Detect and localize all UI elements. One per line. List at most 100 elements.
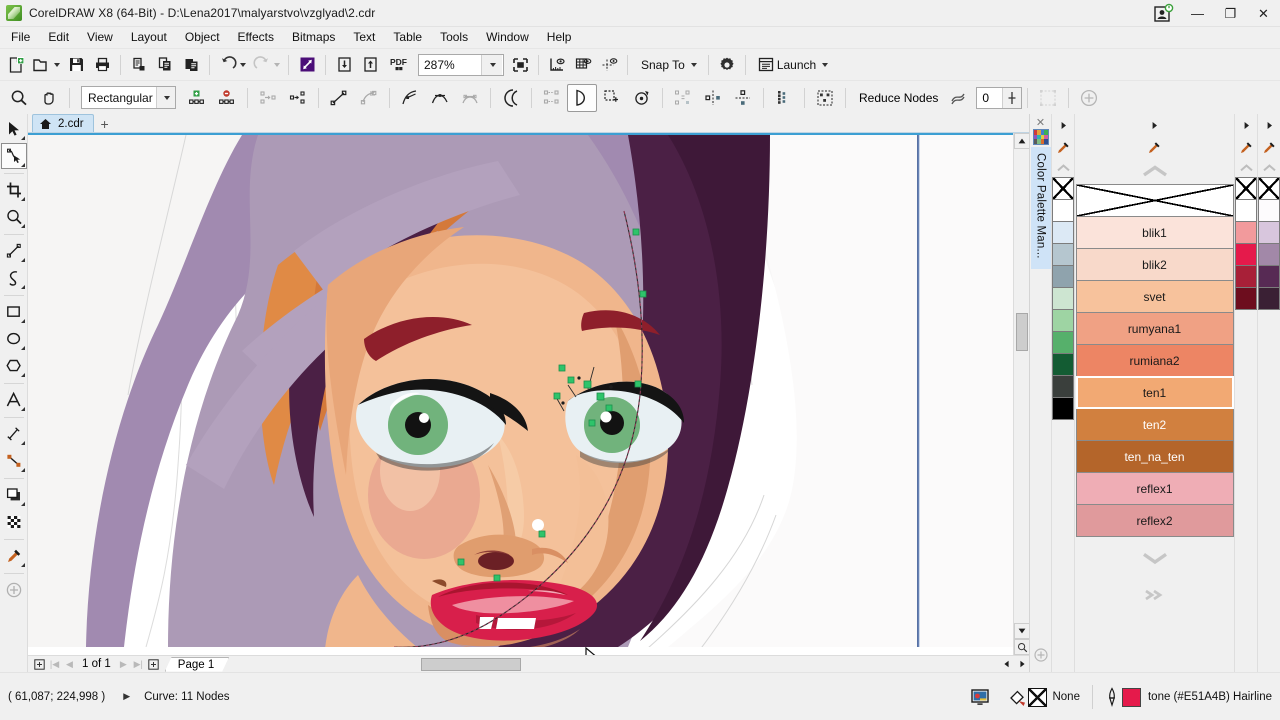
fill-status-group[interactable]: None [1008,688,1080,707]
reds-swatch-none[interactable] [1235,177,1257,200]
purples-swatch-mauve[interactable] [1258,243,1280,266]
palette-scroll-up-icon[interactable] [1052,159,1074,177]
add-page-after-icon[interactable] [146,657,161,672]
canvas-zoom-corner[interactable] [1014,639,1030,655]
artistic-media-tool-flyout-icon[interactable] [21,285,25,289]
zoom-tool-icon[interactable] [4,84,34,112]
align-nodes-icon[interactable] [668,84,698,112]
swatch-green[interactable] [1052,331,1074,354]
scroll-down-icon[interactable] [1014,623,1030,639]
swatch-light-blue-grey[interactable] [1052,243,1074,266]
select-all-nodes-icon[interactable] [810,84,840,112]
named-swatch-rumiana2[interactable]: rumiana2 [1076,344,1234,377]
new-tab-button[interactable]: + [96,115,114,132]
close-button[interactable]: ✕ [1247,1,1280,27]
convert-curve-to-line-icon[interactable] [354,84,384,112]
menu-object[interactable]: Object [176,28,229,48]
last-page-icon[interactable]: ▶| [131,657,146,672]
cut-icon[interactable] [126,52,152,78]
selection-mode-combo[interactable]: Rectangular [81,86,176,109]
zoom-level-dropdown-icon[interactable] [481,55,502,75]
reverse-direction-icon[interactable] [496,84,526,112]
menu-bitmaps[interactable]: Bitmaps [283,28,344,48]
page-tab[interactable]: Page 1 [165,657,229,672]
rotate-and-skew-nodes-icon[interactable] [627,84,657,112]
show-guidelines-icon[interactable] [596,52,622,78]
reds-palette-eyedropper-icon[interactable] [1235,136,1257,159]
horizontal-scroll-thumb[interactable] [421,658,521,671]
named-swatch-none[interactable] [1076,184,1234,217]
straight-line-connector-tool[interactable] [1,448,27,474]
named-palette-scroll-down-icon[interactable] [1075,536,1234,580]
swatch-charcoal[interactable] [1052,375,1074,398]
palette-eyedropper-icon[interactable] [1052,136,1074,159]
reduce-nodes-label[interactable]: Reduce Nodes [851,91,946,105]
pick-tool-flyout-icon[interactable] [21,136,25,140]
polygon-tool-flyout-icon[interactable] [21,373,25,377]
outline-color-swatch[interactable] [1122,688,1141,707]
make-node-cusp-icon[interactable] [395,84,425,112]
publish-to-web-icon[interactable] [294,52,320,78]
reds-palette-scroll-left-icon[interactable] [1235,114,1257,136]
purples-swatch-none[interactable] [1258,177,1280,200]
status-expand-icon[interactable]: ▶ [105,691,144,702]
maximize-button[interactable]: ❐ [1214,1,1247,27]
menu-edit[interactable]: Edit [39,28,78,48]
vertical-scroll-thumb[interactable] [1016,313,1028,351]
polygon-tool[interactable] [1,353,27,379]
new-document-icon[interactable] [3,52,29,78]
named-palette-scroll-up-icon[interactable] [1075,158,1234,184]
purples-swatch-dark-plum[interactable] [1258,287,1280,310]
drawing-canvas[interactable] [28,133,1013,655]
bounding-box-icon[interactable] [1033,84,1063,112]
add-page-before-icon[interactable] [32,657,47,672]
freehand-tool[interactable] [1,238,27,264]
join-two-nodes-icon[interactable] [253,84,283,112]
add-tool-button[interactable] [1,577,27,603]
swatch-dark-green[interactable] [1052,353,1074,376]
home-icon[interactable] [39,118,52,130]
export-icon[interactable] [357,52,383,78]
swatch-none[interactable] [1052,177,1074,200]
docker-add-icon[interactable] [1033,647,1049,672]
purples-swatch-plum[interactable] [1258,265,1280,288]
menu-text[interactable]: Text [344,28,384,48]
zoom-level-input[interactable] [419,55,481,75]
reds-swatch-salmon[interactable] [1235,221,1257,244]
purples-palette-scroll-left-icon[interactable] [1258,114,1280,136]
named-swatch-rumyana1[interactable]: rumyana1 [1076,312,1234,345]
break-curve-icon[interactable] [283,84,313,112]
show-rulers-icon[interactable] [544,52,570,78]
crop-tool-flyout-icon[interactable] [21,197,25,201]
canvas-vertical-scrollbar[interactable] [1013,133,1029,655]
horizontal-scroll-track[interactable] [231,657,997,672]
shape-tool-flyout-icon[interactable] [21,163,25,167]
menu-table[interactable]: Table [384,28,431,48]
extend-curve-to-close-icon[interactable] [537,84,567,112]
drop-shadow-tool-flyout-icon[interactable] [21,502,25,506]
scroll-up-icon[interactable] [1014,133,1030,149]
reds-palette-scroll-up-icon[interactable] [1235,159,1257,177]
rectangle-tool-flyout-icon[interactable] [21,319,25,323]
reds-swatch-maroon[interactable] [1235,287,1257,310]
named-swatch-ten-na-ten[interactable]: ten_na_ten [1076,440,1234,473]
named-palette-expand-icon[interactable] [1075,580,1234,610]
delete-nodes-icon[interactable] [212,84,242,112]
elastic-mode-icon[interactable] [769,84,799,112]
close-curve-icon[interactable] [597,84,627,112]
pick-tool[interactable] [1,116,27,142]
named-swatch-blik2[interactable]: blik2 [1076,248,1234,281]
swatch-pale-blue[interactable] [1052,221,1074,244]
color-palette-icon[interactable] [1033,129,1049,145]
color-eyedropper-tool[interactable] [1,543,27,569]
named-swatch-ten1[interactable]: ten1 [1076,376,1234,409]
swatch-blue-grey[interactable] [1052,265,1074,288]
swatch-white[interactable] [1052,199,1074,222]
text-tool-flyout-icon[interactable] [21,407,25,411]
rectangle-tool[interactable] [1,299,27,325]
reflect-nodes-horizontally-icon[interactable] [698,84,728,112]
import-icon[interactable] [331,52,357,78]
curve-smoothness-input[interactable] [977,88,1002,108]
freehand-tool-flyout-icon[interactable] [21,258,25,262]
zoom-level-combo[interactable] [418,54,504,76]
